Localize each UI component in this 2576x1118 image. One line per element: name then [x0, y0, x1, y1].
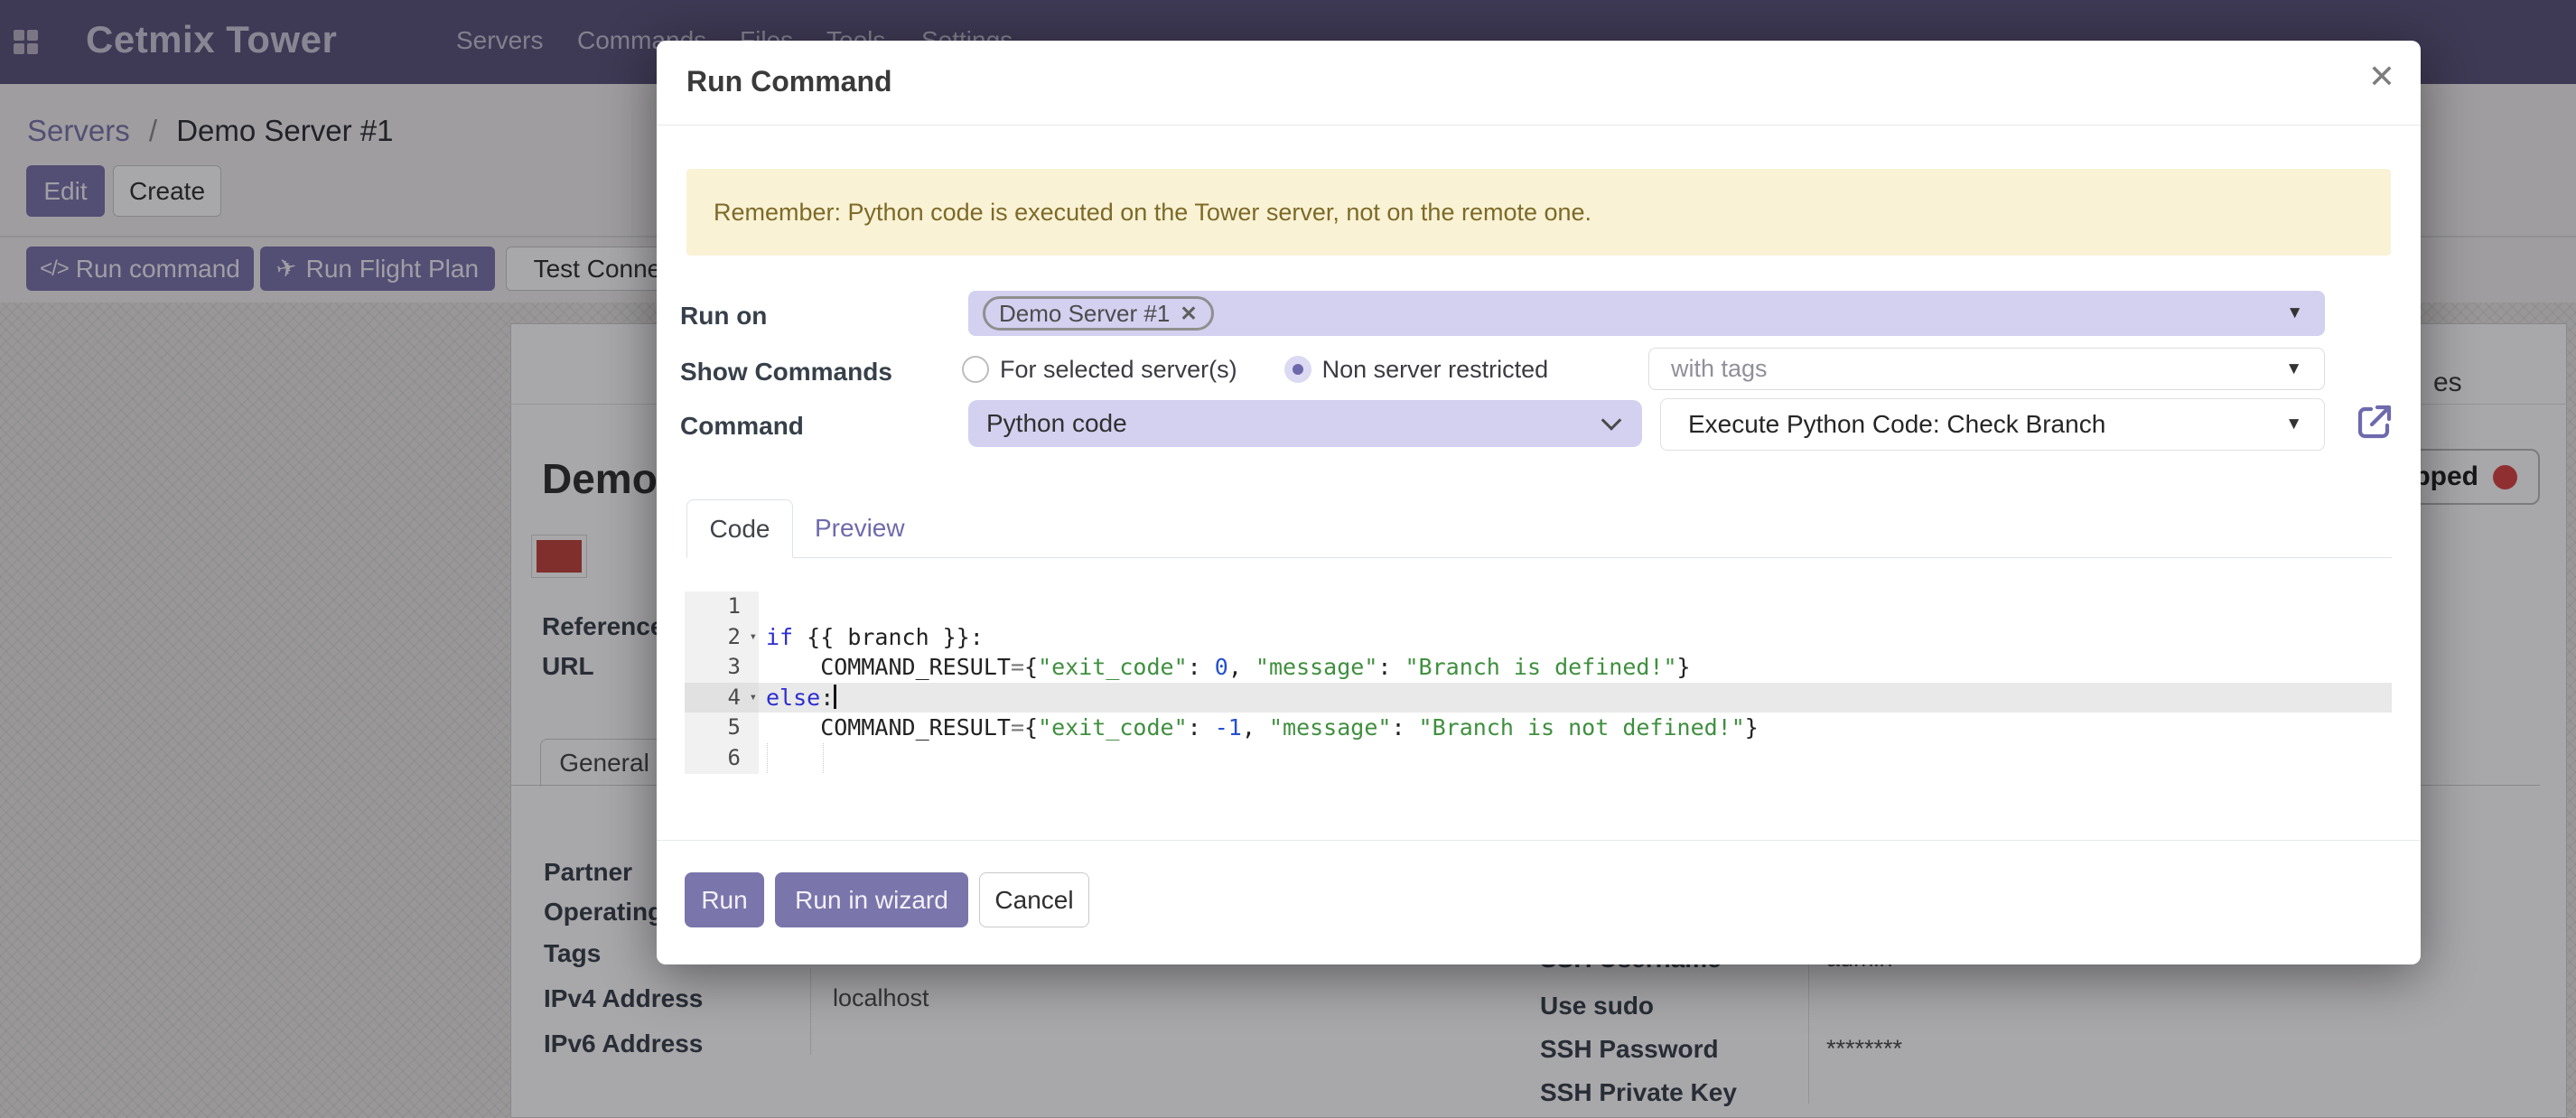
code-token: "Branch is defined!" [1405, 654, 1677, 680]
fold-arrow-icon[interactable]: ▾ [750, 683, 757, 713]
gutter-line: 1 [685, 592, 759, 622]
line-number: 6 [728, 745, 741, 770]
code-token: if [766, 624, 793, 650]
command-label: Command [680, 412, 804, 441]
code-token: : [1391, 714, 1418, 741]
gutter-line: 6 [685, 743, 759, 774]
indent-guide [823, 743, 824, 774]
run-in-wizard-button[interactable]: Run in wizard [775, 872, 968, 927]
code-token: "message" [1255, 654, 1377, 680]
code-line: COMMAND_RESULT={"exit_code": -1, "messag… [759, 713, 2392, 743]
code-token: , [1228, 654, 1255, 680]
code-editor[interactable]: 1 2▾ 3 4▾ 5 6 if {{ branch }}: COMMAND_R… [685, 592, 2392, 774]
close-icon[interactable]: ✕ [2368, 61, 2395, 93]
show-commands-label: Show Commands [680, 358, 892, 387]
code-token: : [820, 685, 834, 711]
code-token: : [1188, 654, 1215, 680]
code-token: : [1188, 714, 1215, 741]
code-token: "Branch is not defined!" [1419, 714, 1745, 741]
tab-code[interactable]: Code [686, 499, 793, 558]
line-number: 4 [728, 685, 741, 710]
code-token: } [1677, 654, 1691, 680]
gutter-line: 4▾ [685, 683, 759, 713]
command-type-select[interactable]: Python code [968, 400, 1642, 447]
code-line: if {{ branch }}: [759, 622, 2392, 653]
tab-preview[interactable]: Preview [815, 514, 905, 543]
text-cursor [834, 685, 836, 709]
code-token: "exit_code" [1038, 714, 1188, 741]
command-select[interactable]: Execute Python Code: Check Branch ▼ [1660, 398, 2325, 451]
caret-down-icon: ▼ [2285, 415, 2302, 434]
modal-header-divider [657, 125, 2421, 126]
editor-gutter: 1 2▾ 3 4▾ 5 6 [685, 592, 759, 774]
radio-for-selected-servers[interactable] [962, 356, 989, 383]
code-line-active: else: [759, 683, 2392, 713]
code-token: -1 [1215, 714, 1242, 741]
command-value: Execute Python Code: Check Branch [1688, 410, 2105, 439]
code-token: "message" [1269, 714, 1391, 741]
line-number: 2 [728, 624, 741, 649]
code-token: { [1024, 714, 1038, 741]
code-area[interactable]: if {{ branch }}: COMMAND_RESULT={"exit_c… [759, 592, 2392, 774]
tag-remove-icon[interactable]: ✕ [1180, 302, 1197, 326]
code-token: } [1745, 714, 1759, 741]
code-token: = [1011, 654, 1024, 680]
code-token: else [766, 685, 820, 711]
show-commands-radio-group: For selected server(s) Non server restri… [962, 348, 1548, 391]
code-line [759, 592, 2392, 622]
code-token: "exit_code" [1038, 654, 1188, 680]
code-token: COMMAND_RESULT [766, 714, 1011, 741]
gutter-line: 5 [685, 713, 759, 743]
warning-banner: Remember: Python code is executed on the… [686, 169, 2391, 256]
code-line [759, 743, 2392, 774]
code-token: {{ branch }}: [793, 624, 984, 650]
radio-label-for-selected[interactable]: For selected server(s) [1000, 356, 1237, 384]
run-command-modal: Run Command ✕ Remember: Python code is e… [657, 41, 2421, 964]
radio-label-non-restricted[interactable]: Non server restricted [1322, 356, 1549, 384]
cancel-button[interactable]: Cancel [979, 872, 1089, 927]
caret-down-icon: ▼ [2286, 303, 2303, 323]
gutter-line: 2▾ [685, 622, 759, 653]
code-token: : [1377, 654, 1405, 680]
fold-arrow-icon[interactable]: ▾ [750, 622, 757, 653]
command-type-value: Python code [986, 409, 1127, 438]
code-token: 0 [1215, 654, 1228, 680]
modal-footer-divider [657, 840, 2421, 841]
code-line: COMMAND_RESULT={"exit_code": 0, "message… [759, 652, 2392, 683]
run-button[interactable]: Run [685, 872, 764, 927]
screen: Cetmix Tower Servers Commands Files Tool… [0, 0, 2576, 1118]
caret-down-icon: ▼ [2285, 359, 2302, 379]
server-tag-pill: Demo Server #1 ✕ [983, 296, 1214, 331]
run-on-select[interactable]: Demo Server #1 ✕ ▼ [968, 291, 2325, 336]
indent-guide [767, 743, 768, 774]
with-tags-select[interactable]: with tags ▼ [1648, 348, 2325, 390]
line-number: 5 [728, 714, 741, 740]
run-on-label: Run on [680, 302, 767, 331]
warning-text: Remember: Python code is executed on the… [714, 199, 1591, 227]
server-tag-label: Demo Server #1 [999, 300, 1170, 328]
code-token: = [1011, 714, 1024, 741]
modal-title: Run Command [686, 65, 892, 98]
chevron-down-icon [1601, 410, 1622, 431]
code-token: COMMAND_RESULT [766, 654, 1011, 680]
radio-non-server-restricted[interactable] [1284, 356, 1311, 383]
with-tags-placeholder: with tags [1671, 355, 1768, 383]
line-number: 3 [728, 654, 741, 679]
tabs-divider [686, 557, 2392, 558]
code-token: { [1024, 654, 1038, 680]
external-link-icon[interactable] [2353, 400, 2396, 443]
line-number: 1 [728, 593, 741, 619]
code-token: , [1242, 714, 1269, 741]
gutter-line: 3 [685, 652, 759, 683]
